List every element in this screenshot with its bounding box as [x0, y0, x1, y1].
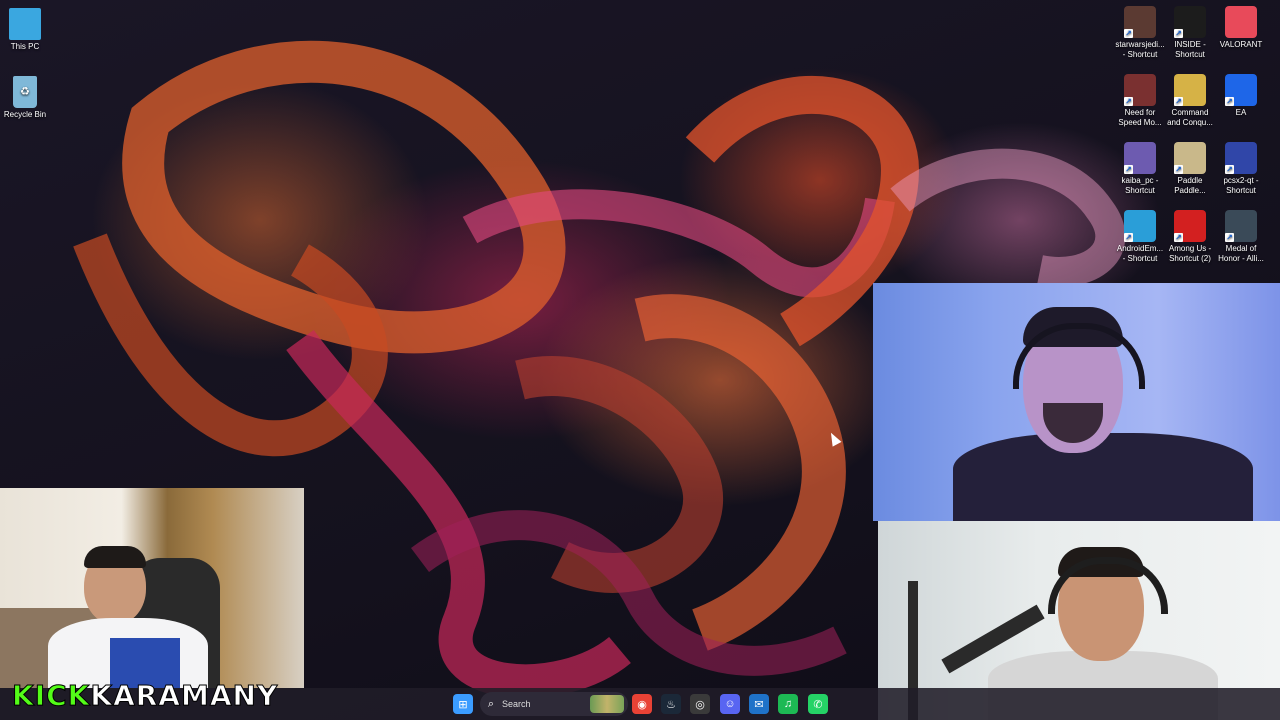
desktop-icon-need-for-speed[interactable]: ↗ Need for Speed Mo... [1112, 74, 1168, 128]
shortcut-arrow-icon: ↗ [1225, 233, 1234, 242]
desktop-icon-label-line2: Honor - Alli... [1218, 254, 1264, 263]
need-for-speed-icon: ↗ [1124, 74, 1156, 106]
channel-name: KARAMANY [90, 679, 279, 713]
desktop-icon-star-wars-jedi[interactable]: ↗ starwarsjedi... - Shortcut [1112, 6, 1168, 60]
shortcut-arrow-icon: ↗ [1225, 165, 1234, 174]
desktop-icon-pcsx2[interactable]: ↗ pcsx2-qt - Shortcut [1213, 142, 1269, 196]
desktop-icon-label-line2: - Shortcut [1122, 254, 1158, 263]
spotify-icon[interactable]: ♫ [778, 694, 798, 714]
desktop-icon-label: kaiba_pc - [1121, 176, 1159, 185]
desktop-icon-ea[interactable]: ↗ EA [1213, 74, 1269, 118]
chrome-icon[interactable]: ◉ [632, 694, 652, 714]
recycle-bin-icon: ♻ [13, 76, 37, 108]
medal-of-honor-icon: ↗ [1225, 210, 1257, 242]
kick-logo-text: KICK [11, 679, 91, 713]
desktop-icon-label-line2: Speed Mo... [1118, 118, 1162, 127]
search-highlight-image [590, 695, 624, 713]
desktop-icon-label: Among Us - [1168, 244, 1212, 253]
desktop-icon-medal-of-honor[interactable]: ↗ Medal of Honor - Alli... [1213, 210, 1269, 264]
whatsapp-icon[interactable]: ✆ [808, 694, 828, 714]
inside-game-icon: ↗ [1174, 6, 1206, 38]
desktop-icon-label-line2: Shortcut [1175, 50, 1205, 59]
desktop-icon-recycle-bin[interactable]: ♻ Recycle Bin [0, 76, 53, 120]
desktop-icon-kaiba[interactable]: ↗ kaiba_pc - Shortcut [1112, 142, 1168, 196]
obs-icon[interactable]: ◎ [690, 694, 710, 714]
desktop-icon-inside-game[interactable]: ↗ INSIDE - Shortcut [1162, 6, 1218, 60]
desktop-icon-label: pcsx2-qt - [1223, 176, 1259, 185]
pcsx2-icon: ↗ [1225, 142, 1257, 174]
webcam-streamer-left [0, 488, 304, 688]
desktop-icon-label-line2: - Shortcut [1122, 50, 1158, 59]
desktop-icon-command-and-conquer[interactable]: ↗ Command and Conqu... [1162, 74, 1218, 128]
shortcut-arrow-icon: ↗ [1174, 29, 1183, 38]
desktop-icon-android-emulator[interactable]: ↗ AndroidEm... - Shortcut [1112, 210, 1168, 264]
kick-channel-overlay: KICKKARAMANY [11, 679, 279, 713]
shortcut-arrow-icon: ↗ [1124, 165, 1133, 174]
desktop-icon-label: Need for [1124, 108, 1156, 117]
desktop-icon-label-line2: Shortcut [1125, 186, 1155, 195]
desktop-icon-label: Recycle Bin [3, 110, 47, 119]
search-label: Search [502, 699, 531, 709]
desktop-icon-label-line2: Paddle... [1174, 186, 1206, 195]
among-us-icon: ↗ [1174, 210, 1206, 242]
steam-icon[interactable]: ♨ [661, 694, 681, 714]
shortcut-arrow-icon: ↗ [1124, 97, 1133, 106]
desktop-icon-label-line2: Shortcut (2) [1169, 254, 1211, 263]
ea-icon: ↗ [1225, 74, 1257, 106]
windows-start-icon[interactable]: ⊞ [453, 694, 473, 714]
desktop-icon-label: VALORANT [1219, 40, 1263, 49]
discord-icon[interactable]: ☺ [720, 694, 740, 714]
desktop-icon-label: This PC [10, 42, 40, 51]
kaiba-icon: ↗ [1124, 142, 1156, 174]
desktop-icon-label: Medal of [1225, 244, 1257, 253]
monitor-icon [9, 8, 41, 40]
shortcut-arrow-icon: ↗ [1174, 97, 1183, 106]
webcam-guest-top-right [873, 283, 1280, 521]
desktop-icon-label: Paddle [1177, 176, 1203, 185]
shortcut-arrow-icon: ↗ [1174, 233, 1183, 242]
desktop-icon-this-pc[interactable]: This PC [0, 8, 53, 52]
desktop-icon-label: Command [1171, 108, 1209, 117]
desktop-icon-label: EA [1235, 108, 1247, 117]
desktop-icon-among-us[interactable]: ↗ Among Us - Shortcut (2) [1162, 210, 1218, 264]
search-icon: ⌕ [487, 697, 495, 710]
shortcut-arrow-icon: ↗ [1174, 165, 1183, 174]
desktop-icon-label: AndroidEm... [1116, 244, 1164, 253]
valorant-icon [1225, 6, 1257, 38]
command-and-conquer-icon: ↗ [1174, 74, 1206, 106]
desktop-icon-valorant[interactable]: VALORANT [1213, 6, 1269, 50]
desktop-icon-label-line2: and Conqu... [1167, 118, 1213, 127]
mail-icon[interactable]: ✉ [749, 694, 769, 714]
desktop-icon-label: starwarsjedi... [1115, 40, 1165, 49]
star-wars-jedi-icon: ↗ [1124, 6, 1156, 38]
paddle-icon: ↗ [1174, 142, 1206, 174]
android-emulator-icon: ↗ [1124, 210, 1156, 242]
taskbar-search-box[interactable]: ⌕ Search [480, 692, 628, 716]
shortcut-arrow-icon: ↗ [1124, 29, 1133, 38]
shortcut-arrow-icon: ↗ [1225, 97, 1234, 106]
desktop-icon-label: INSIDE - [1174, 40, 1206, 49]
desktop-icon-paddle[interactable]: ↗ Paddle Paddle... [1162, 142, 1218, 196]
desktop-icon-label-line2: Shortcut [1226, 186, 1256, 195]
shortcut-arrow-icon: ↗ [1124, 233, 1133, 242]
